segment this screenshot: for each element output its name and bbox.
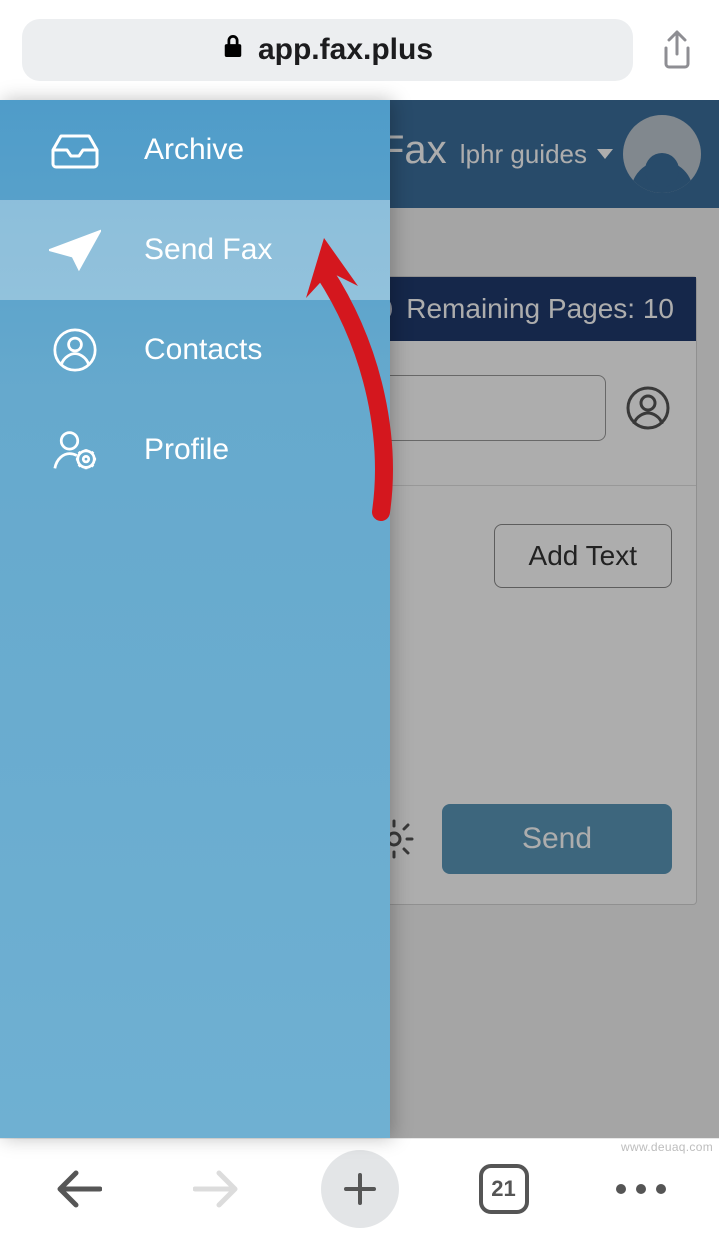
sidebar-item-profile[interactable]: Profile xyxy=(0,400,390,500)
menu-button[interactable] xyxy=(609,1157,673,1221)
contact-icon xyxy=(48,328,102,372)
sidebar-item-label: Contacts xyxy=(144,333,262,367)
profile-settings-icon xyxy=(48,428,102,472)
watermark: www.deuaq.com xyxy=(621,1140,713,1154)
paper-plane-icon xyxy=(48,228,102,272)
sidebar-item-send-fax[interactable]: Send Fax xyxy=(0,200,390,300)
inbox-icon xyxy=(48,128,102,172)
sidebar: Archive Send Fax Contacts Profile xyxy=(0,100,390,1138)
tab-count: 21 xyxy=(491,1176,515,1202)
sidebar-item-archive[interactable]: Archive xyxy=(0,100,390,200)
address-field[interactable]: app.fax.plus xyxy=(22,19,633,81)
sidebar-item-label: Profile xyxy=(144,433,229,467)
browser-address-bar: app.fax.plus xyxy=(0,0,719,100)
tab-count-badge: 21 xyxy=(479,1164,529,1214)
forward-button xyxy=(184,1157,248,1221)
url-text: app.fax.plus xyxy=(258,33,433,67)
sidebar-item-label: Send Fax xyxy=(144,233,272,267)
more-icon xyxy=(616,1184,666,1194)
tabs-button[interactable]: 21 xyxy=(472,1157,536,1221)
back-button[interactable] xyxy=(47,1157,111,1221)
sidebar-item-label: Archive xyxy=(144,133,244,167)
sidebar-item-contacts[interactable]: Contacts xyxy=(0,300,390,400)
lock-icon xyxy=(222,33,244,67)
share-button[interactable] xyxy=(657,30,697,70)
new-tab-button[interactable] xyxy=(321,1150,399,1228)
browser-toolbar: 21 xyxy=(0,1138,719,1242)
